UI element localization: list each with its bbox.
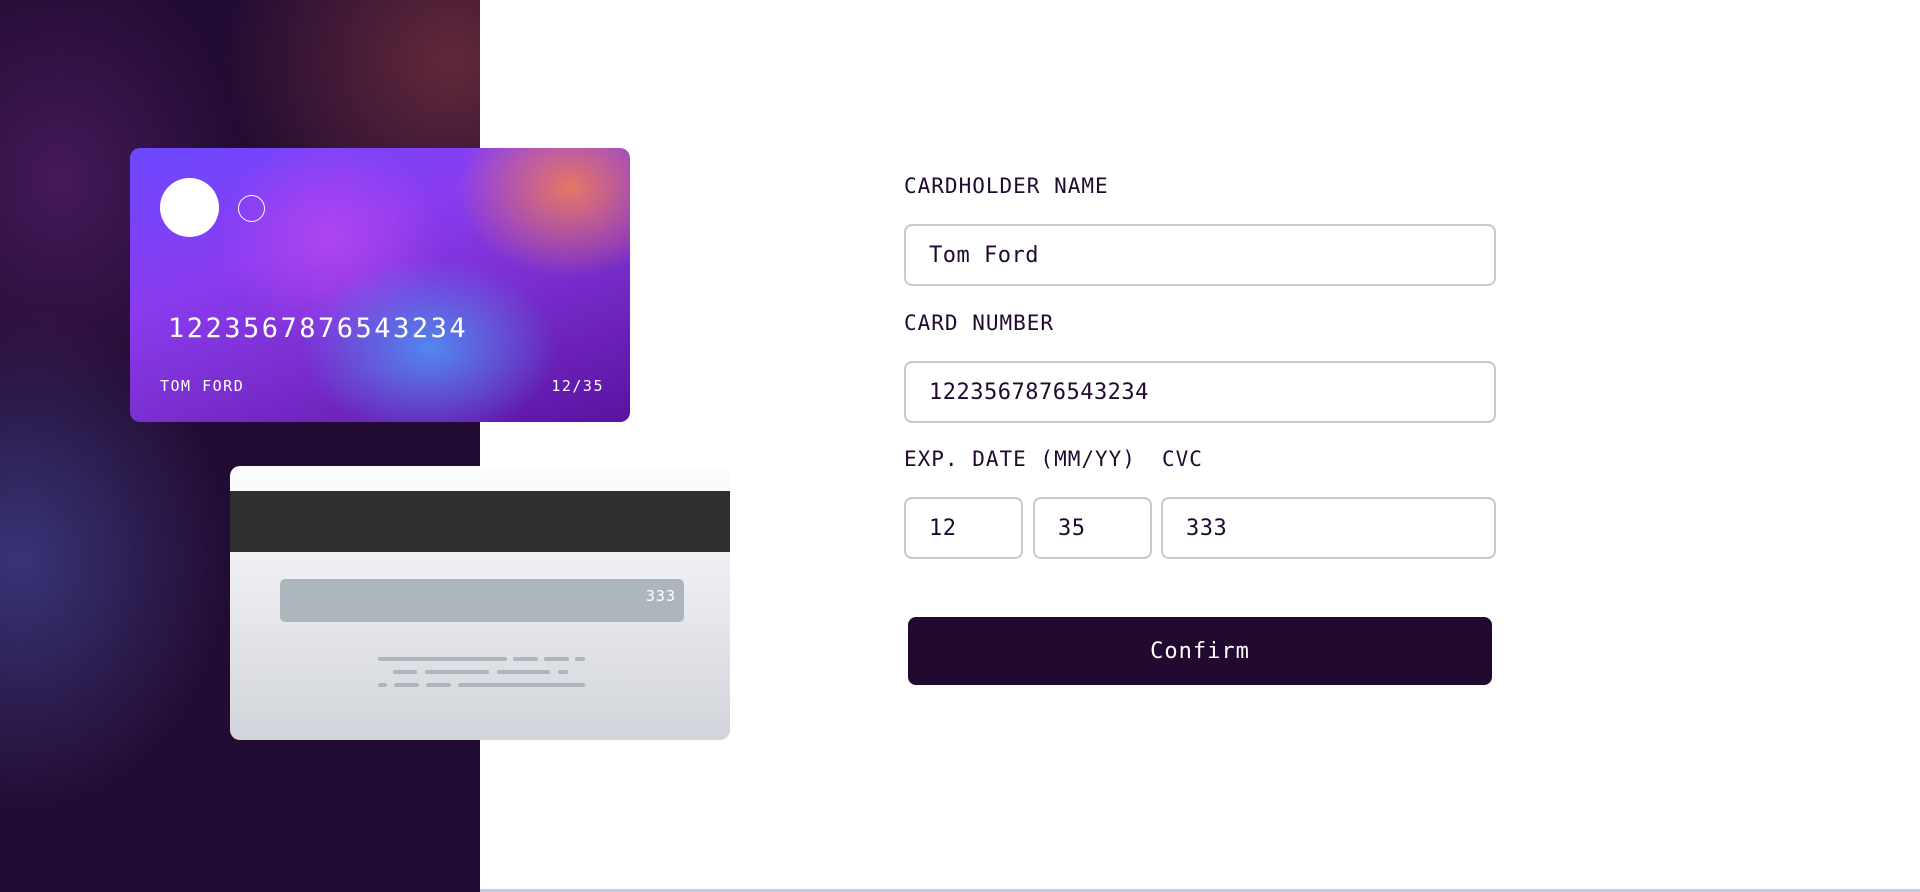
cardholder-name-label: CARDHOLDER NAME (904, 174, 1109, 198)
page: 1223567876543234 TOM FORD 12/35 333 CARD… (0, 0, 1920, 892)
expiry-date-label: EXP. DATE (MM/YY) (904, 447, 1136, 471)
expiry-year-input[interactable] (1033, 497, 1152, 559)
card-number-display: 1223567876543234 (168, 313, 469, 344)
card-logo-filled-circle-icon (160, 178, 219, 237)
cardholder-name-display: TOM FORD (160, 377, 245, 395)
confirm-button[interactable]: Confirm (908, 617, 1492, 685)
card-front: 1223567876543234 TOM FORD 12/35 (130, 148, 630, 422)
cardholder-name-input[interactable] (904, 224, 1496, 286)
card-back-fine-print-lines-icon (378, 657, 585, 687)
card-logo-outline-circle-icon (238, 195, 265, 222)
decorative-background-panel (0, 0, 480, 892)
cvc-label: CVC (1162, 447, 1203, 471)
card-expiry-display: 12/35 (551, 377, 604, 395)
card-number-input[interactable] (904, 361, 1496, 423)
card-back: 333 (230, 466, 730, 740)
expiry-month-input[interactable] (904, 497, 1023, 559)
cvc-input[interactable] (1161, 497, 1496, 559)
card-number-label: CARD NUMBER (904, 311, 1055, 335)
